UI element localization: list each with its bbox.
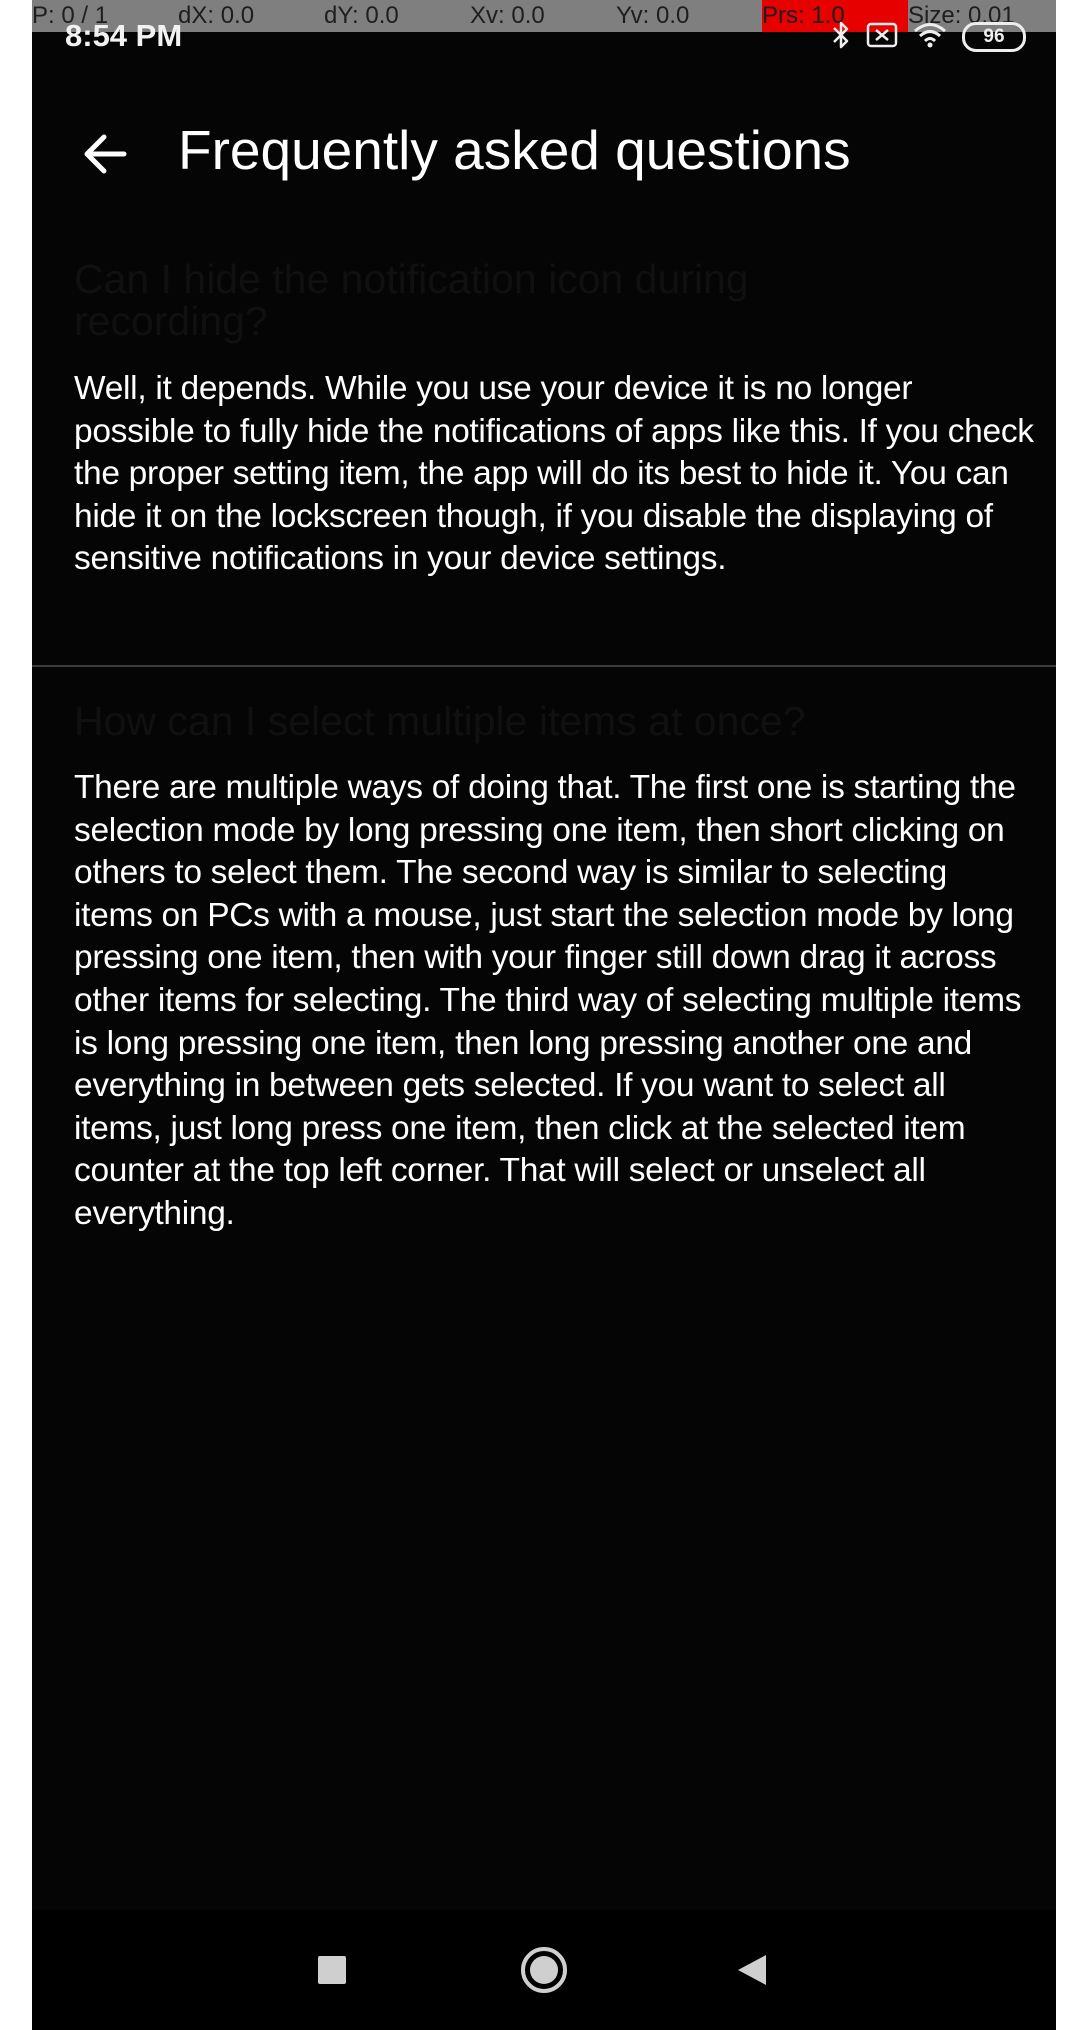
recents-button[interactable] [302, 1940, 362, 2000]
bluetooth-icon [830, 20, 852, 55]
navigation-bar [32, 1910, 1056, 2030]
pointer-dx: dX: 0.0 [178, 2, 255, 29]
notification-icon [866, 22, 898, 53]
faq-answer: There are multiple ways of doing that. T… [74, 769, 1022, 1232]
faq-question: How can I select multiple items at once? [74, 698, 806, 744]
back-button[interactable] [74, 122, 138, 186]
divider [32, 665, 1056, 667]
recents-icon [318, 1956, 346, 1984]
pointer-xv: Xv: 0.0 [470, 2, 545, 29]
app-bar: Frequently asked questions [32, 90, 1056, 220]
arrow-left-icon [84, 134, 127, 174]
status-time: 8:54 PM [65, 18, 183, 53]
screen: P: 0 / 1 dX: 0.0 dY: 0.0 Xv: 0.0 Yv: 0.0… [32, 0, 1056, 2030]
faq-answer: Well, it depends. While you use your dev… [74, 370, 1034, 578]
page-title: Frequently asked questions [178, 119, 851, 181]
back-icon [738, 1955, 766, 1985]
wifi-icon [912, 20, 948, 55]
nav-back-button[interactable] [722, 1940, 782, 2000]
battery-icon: 96 [962, 22, 1026, 52]
pointer-dy: dY: 0.0 [324, 2, 399, 29]
faq-question: Can I hide the notification icon during … [74, 256, 749, 344]
home-button[interactable] [514, 1940, 574, 2000]
home-icon [521, 1947, 567, 1993]
pointer-yv: Yv: 0.0 [616, 2, 690, 29]
status-icons: 96 [830, 20, 1026, 54]
